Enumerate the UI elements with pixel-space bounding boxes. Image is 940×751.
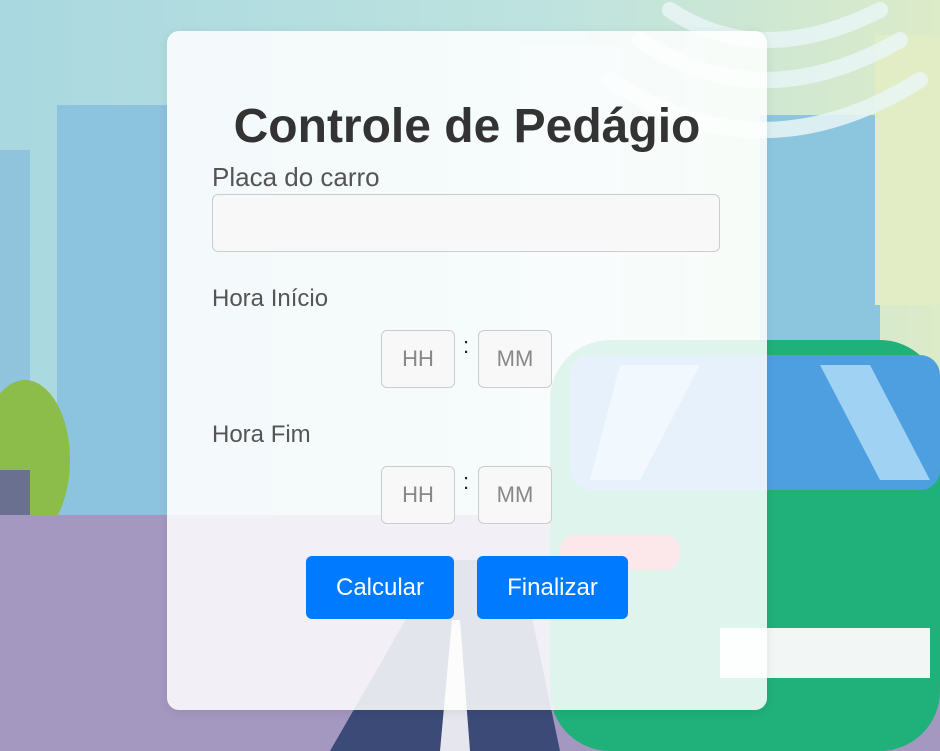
end-hour-input[interactable] xyxy=(381,466,455,524)
plate-input[interactable] xyxy=(212,194,720,252)
start-minute-input[interactable] xyxy=(478,330,552,388)
end-time-separator: : xyxy=(463,469,470,494)
calculate-button[interactable]: Calcular xyxy=(306,556,454,619)
start-hour-input[interactable] xyxy=(381,330,455,388)
start-time-separator: : xyxy=(463,333,470,358)
plate-label: Placa do carro xyxy=(212,162,380,192)
start-time-label: Hora Início xyxy=(212,285,329,312)
page-title: Controle de Pedágio xyxy=(233,100,701,153)
end-minute-input[interactable] xyxy=(478,466,552,524)
end-time-label: Hora Fim xyxy=(212,421,311,448)
toll-form-card: Controle de Pedágio Placa do carro Hora … xyxy=(167,31,767,710)
finish-button[interactable]: Finalizar xyxy=(477,556,628,619)
